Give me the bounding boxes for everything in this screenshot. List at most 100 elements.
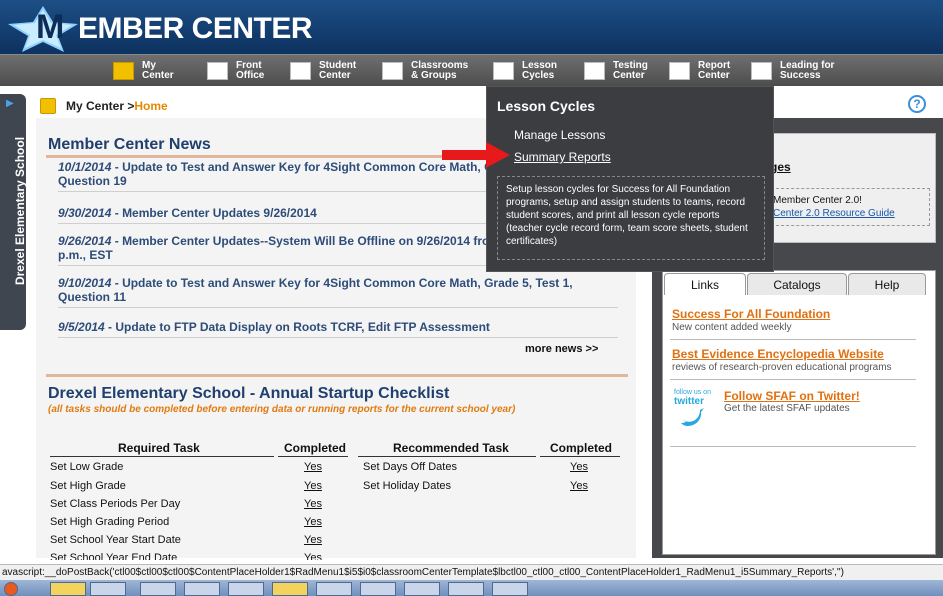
completed-header-2: Completed — [550, 441, 613, 455]
completed-link[interactable]: Yes — [304, 461, 322, 473]
required-task: Set Low Grade — [50, 461, 124, 473]
my-center-icon — [113, 62, 134, 80]
menu-item-summary-reports[interactable]: Summary Reports — [514, 150, 611, 164]
help-icon[interactable]: ? — [908, 95, 926, 113]
header: M EMBER CENTER My Center Front Office St… — [0, 0, 943, 86]
link-divider — [670, 379, 916, 380]
nav-label: Leading for Success — [780, 60, 835, 81]
nav-my-center[interactable]: My Center — [113, 59, 174, 83]
news-item[interactable]: 9/10/2014 - Update to Test and Answer Ke… — [58, 276, 618, 308]
nav-testing-center[interactable]: Testing Center — [584, 59, 648, 83]
tab-help[interactable]: Help — [848, 273, 926, 295]
nav-label: Lesson Cycles — [522, 60, 558, 81]
completed-link[interactable]: Yes — [304, 552, 322, 560]
nav-leading-for-success[interactable]: Leading for Success — [751, 59, 834, 83]
completed-link[interactable]: Yes — [304, 534, 322, 546]
news-date: 9/30/2014 — [58, 206, 112, 220]
news-text: Update to Test and Answer Key for 4Sight… — [58, 276, 573, 304]
twitter-bird-icon — [681, 408, 704, 426]
completed-link[interactable]: Yes — [304, 516, 322, 528]
taskbar-button[interactable] — [360, 582, 396, 596]
member-center-2-box — [766, 188, 930, 226]
checklist-subtitle: (all tasks should be completed before en… — [48, 404, 516, 415]
news-date: 9/10/2014 — [58, 276, 112, 290]
breadcrumb: My Center > Home — [40, 96, 168, 116]
my-center-crumb-icon — [40, 98, 56, 114]
school-side-tab[interactable]: ▶ Drexel Elementary School — [0, 94, 27, 330]
leading-icon — [751, 62, 772, 80]
completed-link[interactable]: Yes — [304, 480, 322, 492]
required-task: Set High Grade — [50, 480, 126, 492]
link-divider — [670, 446, 916, 447]
nav-label: Front Office — [236, 60, 265, 81]
header-rule — [50, 456, 274, 457]
status-bar: avascript:__doPostBack('ctl00$ctl00$ctl0… — [0, 564, 943, 580]
taskbar-button[interactable] — [492, 582, 528, 596]
taskbar-button[interactable] — [272, 582, 308, 596]
recommended-task: Set Days Off Dates — [363, 461, 457, 473]
taskbar-button[interactable] — [228, 582, 264, 596]
nav-lesson-cycles[interactable]: Lesson Cycles — [493, 59, 557, 83]
taskbar-button[interactable] — [404, 582, 440, 596]
recommended-task-header: Recommended Task — [393, 441, 509, 455]
more-news-link[interactable]: more news >> — [525, 343, 598, 355]
breadcrumb-current: Home — [134, 99, 168, 113]
header-rule — [540, 456, 620, 457]
sfa-foundation-link[interactable]: Success For All Foundation — [672, 307, 830, 321]
lesson-cycles-icon — [493, 62, 514, 80]
completed-header: Completed — [284, 441, 347, 455]
main-nav: My Center Front Office Student Center Cl… — [0, 54, 943, 86]
nav-front-office[interactable]: Front Office — [207, 59, 264, 83]
nav-student-center[interactable]: Student Center — [290, 59, 356, 83]
completed-link[interactable]: Yes — [570, 461, 588, 473]
student-center-icon — [290, 62, 311, 80]
twitter-link[interactable]: Follow SFAF on Twitter! — [724, 389, 860, 403]
news-item[interactable]: 9/5/2014 - Update to FTP Data Display on… — [58, 320, 618, 338]
menu-item-manage-lessons[interactable]: Manage Lessons — [514, 128, 605, 142]
news-date: 9/26/2014 — [58, 234, 112, 248]
dropdown-title: Lesson Cycles — [497, 98, 596, 114]
nav-report-center[interactable]: Report Center — [669, 59, 730, 83]
red-arrow-icon — [442, 142, 510, 168]
resource-guide-link[interactable]: Center 2.0 Resource Guide — [773, 208, 895, 219]
link-description: reviews of research-proven educational p… — [672, 362, 892, 373]
completed-link[interactable]: Yes — [570, 480, 588, 492]
taskbar-button[interactable] — [50, 582, 86, 596]
school-label: Drexel Elementary School — [13, 136, 27, 286]
header-rule — [278, 456, 348, 457]
tab-catalogs[interactable]: Catalogs — [747, 273, 847, 295]
recommended-task: Set Holiday Dates — [363, 480, 452, 492]
taskbar-button[interactable] — [184, 582, 220, 596]
taskbar-button[interactable] — [448, 582, 484, 596]
start-button[interactable] — [4, 582, 18, 596]
checklist-title: Drexel Elementary School - Annual Startu… — [48, 385, 450, 402]
member-center-2-text: Member Center 2.0! — [773, 195, 862, 206]
tab-links[interactable]: Links — [664, 273, 746, 295]
breadcrumb-prefix[interactable]: My Center > — [66, 99, 134, 113]
nav-label: Student Center — [319, 60, 357, 81]
required-task: Set Class Periods Per Day — [50, 498, 181, 510]
taskbar-button[interactable] — [140, 582, 176, 596]
link-description: Get the latest SFAF updates — [724, 403, 850, 414]
taskbar-button[interactable] — [316, 582, 352, 596]
link-description: New content added weekly — [672, 322, 792, 333]
header-rule — [358, 456, 536, 457]
completed-link[interactable]: Yes — [304, 498, 322, 510]
dropdown-description: Setup lesson cycles for Success for All … — [497, 176, 765, 260]
news-date: 10/1/2014 — [58, 160, 112, 174]
news-text: Member Center Updates 9/26/2014 — [122, 206, 317, 220]
news-date: 9/5/2014 — [58, 320, 105, 334]
best-evidence-link[interactable]: Best Evidence Encyclopedia Website — [672, 347, 884, 361]
expand-arrow-icon[interactable]: ▶ — [6, 98, 20, 112]
nav-label: Testing Center — [613, 60, 648, 81]
report-center-icon — [669, 62, 690, 80]
nav-label: Classrooms & Groups — [411, 60, 469, 81]
taskbar-button[interactable] — [90, 582, 126, 596]
logo-title: EMBER CENTER — [78, 12, 313, 45]
news-divider — [46, 374, 628, 377]
nav-classrooms-groups[interactable]: Classrooms & Groups — [382, 59, 468, 83]
link-divider — [670, 339, 916, 340]
required-task-header: Required Task — [118, 441, 200, 455]
classrooms-icon — [382, 62, 403, 80]
twitter-icon[interactable]: follow us on twitter — [674, 389, 716, 433]
